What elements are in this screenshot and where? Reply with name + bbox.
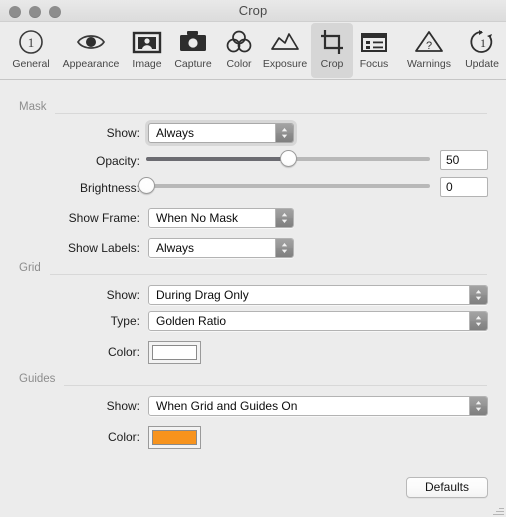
opacity-slider-fill bbox=[146, 157, 288, 161]
tab-image[interactable]: Image bbox=[124, 23, 170, 78]
label-mask-brightness: Brightness: bbox=[79, 181, 140, 195]
crop-preferences-pane: Mask Show: Always Opacity: 50 Brightness… bbox=[0, 80, 506, 517]
warning-triangle-question-icon: ? bbox=[396, 26, 462, 58]
tab-capture[interactable]: Capture bbox=[165, 23, 221, 78]
label-grid-type: Type: bbox=[110, 314, 140, 328]
tab-update-label: Update bbox=[465, 58, 499, 70]
label-mask-show-labels: Show Labels: bbox=[67, 241, 140, 255]
mask-opacity-field[interactable]: 50 bbox=[440, 150, 488, 170]
mask-show-labels-combo[interactable]: Always bbox=[148, 238, 294, 258]
grid-show-combo[interactable]: During Drag Only bbox=[148, 285, 488, 305]
section-header-grid: Grid bbox=[19, 262, 41, 274]
mask-show-labels-stepper[interactable] bbox=[275, 239, 293, 257]
refresh-circle-one-icon: 1 bbox=[459, 26, 505, 58]
grid-color-well[interactable] bbox=[148, 341, 201, 364]
tab-warnings[interactable]: ? Warnings bbox=[396, 23, 462, 78]
window-resize-handle[interactable] bbox=[493, 504, 504, 515]
preferences-window: Crop 1 General Appearance Image Capture … bbox=[0, 0, 506, 517]
grid-show-stepper[interactable] bbox=[469, 286, 487, 304]
tab-image-label: Image bbox=[132, 58, 162, 70]
defaults-button[interactable]: Defaults bbox=[406, 477, 488, 498]
grid-type-combo[interactable]: Golden Ratio bbox=[148, 311, 488, 331]
grid-show-value: During Drag Only bbox=[156, 288, 249, 302]
svg-text:1: 1 bbox=[28, 35, 35, 50]
svg-text:1: 1 bbox=[480, 36, 486, 50]
numbered-circle-one-icon: 1 bbox=[4, 26, 58, 58]
mask-show-frame-value: When No Mask bbox=[156, 211, 239, 225]
tab-general[interactable]: 1 General bbox=[4, 23, 58, 78]
label-mask-show: Show: bbox=[106, 126, 140, 140]
mask-opacity-value: 50 bbox=[446, 153, 460, 167]
label-grid-color: Color: bbox=[107, 345, 140, 359]
mask-show-stepper[interactable] bbox=[275, 124, 293, 142]
histogram-curve-icon bbox=[254, 26, 316, 58]
tab-appearance[interactable]: Appearance bbox=[55, 23, 127, 78]
camera-icon bbox=[165, 26, 221, 58]
guides-color-swatch bbox=[152, 430, 197, 445]
tab-focus[interactable]: Focus bbox=[351, 23, 397, 78]
mask-brightness-slider[interactable] bbox=[138, 177, 430, 195]
label-grid-show: Show: bbox=[106, 288, 140, 302]
grid-type-value: Golden Ratio bbox=[156, 314, 227, 328]
window-title: Crop bbox=[238, 3, 268, 18]
mask-show-labels-value: Always bbox=[156, 241, 195, 255]
tab-appearance-label: Appearance bbox=[62, 58, 120, 70]
tab-exposure[interactable]: Exposure bbox=[254, 23, 316, 78]
grid-color-swatch bbox=[152, 345, 197, 360]
eye-icon bbox=[55, 26, 127, 58]
crop-marks-icon bbox=[311, 26, 353, 58]
tab-update[interactable]: 1 Update bbox=[459, 23, 505, 78]
section-header-mask: Mask bbox=[19, 101, 47, 113]
label-mask-opacity: Opacity: bbox=[95, 154, 140, 168]
guides-show-value: When Grid and Guides On bbox=[156, 399, 298, 413]
tab-exposure-label: Exposure bbox=[262, 58, 308, 70]
mask-opacity-slider[interactable] bbox=[146, 150, 430, 168]
section-header-guides: Guides bbox=[19, 373, 56, 385]
guides-show-stepper[interactable] bbox=[469, 397, 487, 415]
section-rule-mask bbox=[55, 113, 487, 114]
tab-crop-label: Crop bbox=[320, 58, 344, 70]
mask-show-frame-stepper[interactable] bbox=[275, 209, 293, 227]
tab-focus-label: Focus bbox=[359, 58, 389, 70]
mask-show-value: Always bbox=[156, 126, 195, 140]
window-titlebar: Crop bbox=[0, 0, 506, 22]
mask-show-frame-combo[interactable]: When No Mask bbox=[148, 208, 294, 228]
section-rule-grid bbox=[50, 274, 487, 275]
brightness-slider-knob[interactable] bbox=[138, 177, 155, 194]
guides-color-well[interactable] bbox=[148, 426, 201, 449]
preferences-toolbar: 1 General Appearance Image Capture Color… bbox=[0, 22, 506, 80]
tab-warnings-label: Warnings bbox=[407, 58, 451, 70]
opacity-slider-knob[interactable] bbox=[280, 150, 297, 167]
label-guides-show: Show: bbox=[106, 399, 140, 413]
mask-brightness-value: 0 bbox=[446, 180, 453, 194]
mask-show-combo[interactable]: Always bbox=[148, 123, 294, 143]
label-guides-color: Color: bbox=[107, 430, 140, 444]
tab-crop[interactable]: Crop bbox=[311, 23, 353, 78]
label-mask-show-frame: Show Frame: bbox=[68, 211, 140, 225]
brightness-slider-track[interactable] bbox=[146, 184, 430, 188]
tab-capture-label: Capture bbox=[174, 58, 212, 70]
section-rule-guides bbox=[64, 385, 487, 386]
grid-type-stepper[interactable] bbox=[469, 312, 487, 330]
guides-show-combo[interactable]: When Grid and Guides On bbox=[148, 396, 488, 416]
tab-general-label: General bbox=[12, 58, 50, 70]
portrait-frame-icon bbox=[124, 26, 170, 58]
svg-text:?: ? bbox=[426, 40, 432, 52]
focus-panel-icon bbox=[351, 26, 397, 58]
mask-brightness-field[interactable]: 0 bbox=[440, 177, 488, 197]
